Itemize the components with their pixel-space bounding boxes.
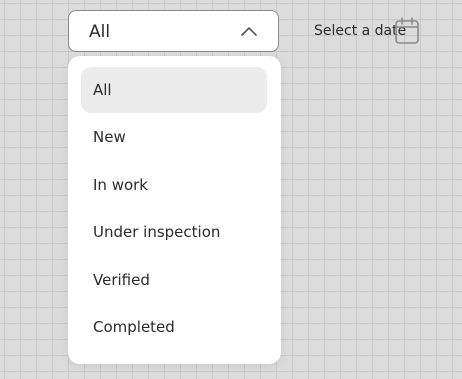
chevron-up-icon[interactable] [240,25,258,37]
status-option-label: In work [93,176,148,194]
status-option-label: Completed [93,318,175,336]
status-option-label: All [93,81,112,99]
status-filter-select[interactable]: All [68,10,279,52]
status-dropdown-menu: All New In work Under inspection Verifie… [68,56,281,364]
calendar-icon[interactable] [394,16,420,45]
status-option-completed[interactable]: Completed [81,304,267,350]
status-option-label: New [93,128,126,146]
date-picker[interactable]: Select a date [298,10,424,52]
status-option-label: Under inspection [93,223,221,241]
status-filter-selected-value: All [89,22,111,42]
status-option-in-work[interactable]: In work [81,162,267,208]
date-picker-placeholder: Select a date [314,23,407,39]
status-option-verified[interactable]: Verified [81,257,267,303]
status-option-new[interactable]: New [81,114,267,160]
status-option-label: Verified [93,271,150,289]
status-option-under-inspection[interactable]: Under inspection [81,209,267,255]
status-option-all[interactable]: All [81,67,267,113]
